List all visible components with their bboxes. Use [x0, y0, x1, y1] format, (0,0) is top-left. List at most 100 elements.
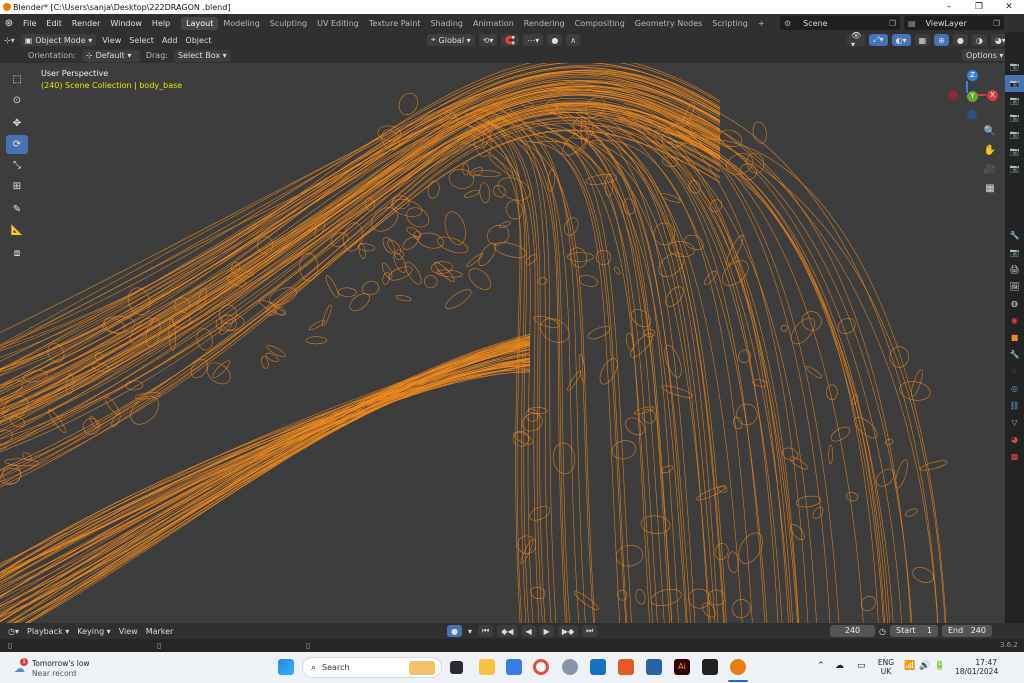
next-keyframe-button[interactable]: ▶◆: [557, 625, 579, 637]
app-icon[interactable]: [618, 659, 634, 675]
cursor-tool[interactable]: ⊙: [6, 91, 28, 110]
3d-viewport[interactable]: [0, 63, 1005, 623]
mode-dropdown[interactable]: ▣ Object Mode ▾: [20, 34, 97, 46]
outliner-camera-icon[interactable]: 📷: [1005, 58, 1024, 75]
illustrator-icon[interactable]: Ai: [674, 659, 690, 675]
outliner-camera-icon[interactable]: 📷: [1005, 126, 1024, 143]
select-box-tool[interactable]: ⬚: [6, 70, 28, 89]
perspective-grid-icon[interactable]: ▦: [981, 179, 999, 197]
object-properties-icon[interactable]: ■: [1005, 329, 1024, 346]
tab-layout[interactable]: Layout: [181, 16, 219, 30]
tool-properties-icon[interactable]: 🔧: [1005, 227, 1024, 244]
menu-file[interactable]: File: [18, 19, 41, 28]
task-view-icon[interactable]: [450, 661, 463, 674]
prev-keyframe-button[interactable]: ◆◀: [497, 625, 518, 637]
move-tool[interactable]: ✥: [6, 114, 28, 133]
tab-animation[interactable]: Animation: [468, 17, 519, 30]
camera-view-icon[interactable]: 🎥: [981, 160, 999, 178]
rotate-tool[interactable]: ⟳: [6, 135, 28, 154]
menu-edit[interactable]: Edit: [41, 19, 67, 28]
data-properties-icon[interactable]: ▽: [1005, 414, 1024, 431]
overlay-toggle[interactable]: ◐▾: [891, 34, 911, 46]
menu-keying[interactable]: Keying ▾: [73, 627, 114, 636]
outliner-camera-icon[interactable]: 📷: [1005, 160, 1024, 177]
scene-properties-icon[interactable]: ◍: [1005, 295, 1024, 312]
texture-properties-icon[interactable]: ▩: [1005, 448, 1024, 465]
transform-orientation-dropdown[interactable]: ⌖ Global ▾: [427, 34, 475, 46]
measure-tool[interactable]: 📐: [6, 221, 28, 240]
tab-scripting[interactable]: Scripting: [707, 17, 753, 30]
preview-range-icon[interactable]: ◷: [875, 627, 890, 636]
file-explorer-icon[interactable]: [479, 659, 495, 675]
pivot-point-dropdown[interactable]: ⟲▾: [478, 34, 498, 46]
gizmo-neg-z[interactable]: [967, 110, 977, 120]
pan-hand-icon[interactable]: ✋: [981, 141, 999, 159]
windows-start-icon[interactable]: [278, 659, 294, 675]
keying-set-dropdown[interactable]: ▾: [464, 627, 476, 636]
scale-tool[interactable]: ⤡: [6, 156, 28, 175]
current-frame-field[interactable]: 240: [830, 625, 875, 637]
start-frame-field[interactable]: Start 1: [889, 625, 938, 637]
outliner-camera-icon[interactable]: 📷: [1005, 143, 1024, 160]
constraint-properties-icon[interactable]: ⛓: [1005, 397, 1024, 414]
render-properties-icon[interactable]: 📷: [1005, 244, 1024, 261]
menu-playback[interactable]: Playback ▾: [23, 627, 73, 636]
menu-object[interactable]: Object: [181, 36, 215, 45]
sticky-notes-icon[interactable]: [702, 659, 718, 675]
timeline-editor-icon[interactable]: ◷▾: [4, 627, 23, 636]
tab-uv-editing[interactable]: UV Editing: [312, 17, 364, 30]
play-reverse-button[interactable]: ◀: [521, 625, 536, 637]
tab-rendering[interactable]: Rendering: [519, 17, 570, 30]
wireframe-shading-button[interactable]: ⊕: [934, 34, 949, 46]
tab-geometry-nodes[interactable]: Geometry Nodes: [630, 17, 707, 30]
settings-icon[interactable]: [562, 659, 578, 675]
language-indicator[interactable]: ENG UK: [876, 658, 896, 676]
new-scene-icon[interactable]: ❐: [889, 19, 896, 28]
menu-window[interactable]: Window: [105, 19, 147, 28]
proportional-edit-toggle[interactable]: ●: [547, 34, 563, 46]
snap-toggle[interactable]: 🧲: [501, 34, 520, 46]
tab-sculpting[interactable]: Sculpting: [265, 17, 312, 30]
xray-toggle[interactable]: ▦: [914, 34, 931, 46]
navigation-gizmo[interactable]: Z X Y: [946, 70, 1000, 122]
mail-icon[interactable]: [646, 659, 662, 675]
proportional-falloff-dropdown[interactable]: ∧: [566, 34, 581, 46]
taskbar-search[interactable]: ⌕ Search: [302, 657, 442, 678]
jump-start-button[interactable]: ⏮: [478, 625, 494, 637]
blender-menu-icon[interactable]: ⊛: [0, 18, 18, 29]
tab-shading[interactable]: Shading: [425, 17, 468, 30]
physics-properties-icon[interactable]: ◎: [1005, 380, 1024, 397]
menu-help[interactable]: Help: [147, 19, 175, 28]
end-frame-field[interactable]: End 240: [941, 625, 992, 637]
wireframe-mesh[interactable]: [0, 63, 1005, 623]
menu-add[interactable]: Add: [158, 36, 182, 45]
menu-view[interactable]: View: [115, 627, 142, 636]
transform-tool[interactable]: ⊞: [6, 177, 28, 196]
minimize-button[interactable]: –: [934, 0, 964, 14]
output-properties-icon[interactable]: 🖨: [1005, 261, 1024, 278]
zoom-icon[interactable]: 🔍: [981, 122, 999, 140]
new-viewlayer-icon[interactable]: ❐: [993, 19, 1000, 28]
volume-icon[interactable]: 🔊: [919, 661, 930, 671]
particles-properties-icon[interactable]: ⁘: [1005, 363, 1024, 380]
tab-modeling[interactable]: Modeling: [218, 17, 264, 30]
maximize-button[interactable]: ❐: [964, 0, 994, 14]
outliner-camera-icon[interactable]: 📷: [1005, 92, 1024, 109]
view-layer-properties-icon[interactable]: 🖼: [1005, 278, 1024, 295]
gizmo-x-axis[interactable]: X: [987, 90, 998, 101]
orientation-dropdown[interactable]: ⊹ Default ▾: [81, 49, 140, 62]
gizmo-toggle[interactable]: ⤢▾: [869, 34, 888, 46]
display-icon[interactable]: ▭: [857, 661, 866, 671]
jump-end-button[interactable]: ⏭: [582, 625, 598, 637]
play-button[interactable]: ▶: [539, 625, 554, 637]
modifier-properties-icon[interactable]: 🔧: [1005, 346, 1024, 363]
wifi-icon[interactable]: 📶: [904, 661, 915, 671]
options-dropdown[interactable]: Options ▾: [962, 49, 1008, 61]
menu-render[interactable]: Render: [67, 19, 105, 28]
chevron-up-icon[interactable]: ⌃: [817, 661, 825, 671]
cloud-icon[interactable]: ☁: [835, 661, 844, 671]
outliner-camera-icon[interactable]: 📷: [1005, 109, 1024, 126]
outliner-camera-icon[interactable]: 📷: [1005, 75, 1024, 92]
drag-dropdown[interactable]: Select Box ▾: [173, 49, 231, 62]
battery-icon[interactable]: 🔋: [934, 661, 945, 671]
